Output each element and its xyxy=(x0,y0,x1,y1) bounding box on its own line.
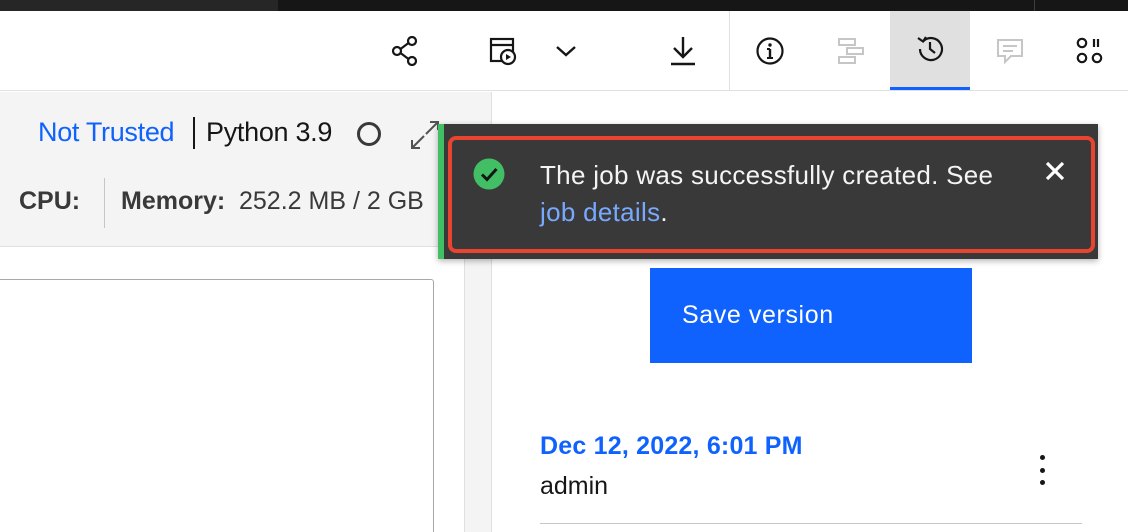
checkmark-filled-icon xyxy=(473,158,505,190)
code-snippets-icon xyxy=(1076,37,1103,63)
share-icon xyxy=(391,35,418,66)
toast-status-icon xyxy=(472,157,506,196)
overflow-dot-icon xyxy=(1039,480,1045,485)
toolbar-separator xyxy=(729,11,730,90)
resource-separator xyxy=(104,178,105,228)
toast-close-button[interactable] xyxy=(1042,158,1068,184)
info-icon xyxy=(756,36,784,65)
code-snippets-button[interactable] xyxy=(1064,11,1116,90)
top-bar-divider xyxy=(1034,0,1035,11)
memory-value: 252.2 MB / 2 GB xyxy=(239,187,424,215)
close-icon xyxy=(1045,161,1065,181)
top-bar-segment xyxy=(0,0,278,11)
version-author: admin xyxy=(540,472,609,500)
version-divider xyxy=(540,523,1082,524)
job-details-link[interactable]: job details xyxy=(540,197,660,227)
status-separator xyxy=(193,117,195,149)
kernel-name[interactable]: Python 3.9 xyxy=(206,117,332,148)
cpu-label: CPU: xyxy=(19,187,81,215)
version-overflow-menu[interactable] xyxy=(1030,455,1054,485)
download-button[interactable] xyxy=(658,11,708,90)
data-icon xyxy=(838,37,864,64)
schedule-job-button[interactable] xyxy=(478,11,528,90)
notebook-toolbar xyxy=(0,11,1128,91)
toast-message-suffix: . xyxy=(660,197,668,227)
comments-button[interactable] xyxy=(985,11,1035,90)
trust-status-link[interactable]: Not Trusted xyxy=(38,117,175,148)
toast-message: The job was successfully created. See jo… xyxy=(540,157,993,231)
toast-message-text: The job was successfully created. See xyxy=(540,160,994,190)
chevron-down-icon xyxy=(556,45,576,57)
comments-icon xyxy=(997,38,1023,64)
top-bar xyxy=(0,0,1128,11)
version-history-icon xyxy=(917,36,944,62)
version-date-link[interactable]: Dec 12, 2022, 6:01 PM xyxy=(540,432,803,461)
info-button[interactable] xyxy=(744,11,796,90)
memory-label: Memory: xyxy=(121,187,226,215)
app-root: Not Trusted Python 3.9 CPU: Memory: 252.… xyxy=(0,0,1128,532)
save-version-button[interactable]: Save version xyxy=(650,268,972,363)
download-icon xyxy=(671,36,695,65)
schedule-job-icon xyxy=(489,37,517,65)
job-menu-dropdown[interactable] xyxy=(548,11,584,90)
kernel-idle-indicator xyxy=(357,122,381,146)
share-button[interactable] xyxy=(380,11,430,90)
version-history-tab[interactable] xyxy=(890,11,970,90)
overflow-dot-icon xyxy=(1039,455,1045,460)
overflow-dot-icon xyxy=(1039,467,1045,473)
data-button[interactable] xyxy=(826,11,876,90)
code-cell[interactable] xyxy=(0,279,434,532)
